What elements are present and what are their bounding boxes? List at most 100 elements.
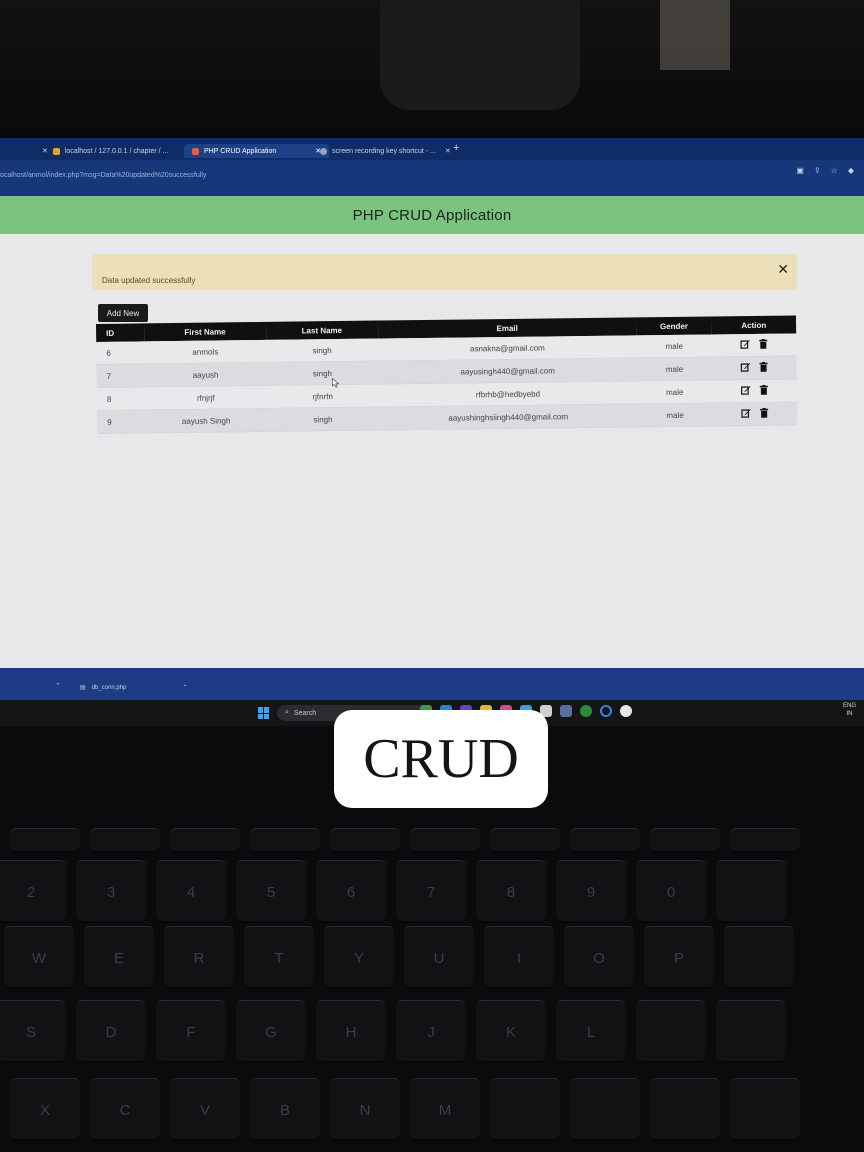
keyboard-key: [716, 1000, 786, 1063]
laptop-screen: ✕ localhost / 127.0.0.1 / chapter / ... …: [0, 138, 864, 700]
keyboard-key: [490, 828, 560, 853]
cell-first-name: rfnjrjf: [144, 385, 267, 410]
cell-gender: male: [636, 356, 713, 381]
trash-icon[interactable]: [758, 361, 768, 372]
keyboard-key: [650, 828, 720, 853]
keyboard-key: H: [316, 1000, 386, 1063]
background-window-light: [660, 0, 730, 70]
edit-icon[interactable]: [740, 339, 750, 349]
asdf-key-row: S D F G H J K L: [0, 1000, 786, 1063]
download-item[interactable]: ▤ db_conn.php ⌃: [80, 684, 187, 692]
success-alert: Data updated successfully ✕: [92, 254, 797, 290]
url-text[interactable]: ocalhost/anmol/index.php?msg=Data%20upda…: [0, 172, 206, 179]
edit-icon[interactable]: [741, 408, 751, 418]
keyboard-key: [250, 828, 320, 853]
cell-gender: male: [636, 334, 712, 358]
column-header-first-name: First Name: [184, 326, 226, 337]
web-page: PHP CRUD Application Data updated succes…: [0, 196, 864, 666]
keyboard-key: M: [410, 1078, 480, 1141]
keyboard-key: [490, 1078, 560, 1141]
chevron-up-icon[interactable]: ⌃: [182, 684, 187, 691]
trash-icon[interactable]: [759, 407, 769, 418]
page-title: PHP CRUD Application: [0, 196, 864, 234]
keyboard-key: [650, 1078, 720, 1141]
keyboard-key: [330, 828, 400, 853]
keyboard-key: [570, 1078, 640, 1141]
media-player-icon[interactable]: [620, 705, 632, 717]
windows-start-icon[interactable]: [258, 707, 270, 719]
keyboard-key: D: [76, 1000, 146, 1063]
share-icon[interactable]: ⇪: [814, 166, 821, 175]
edit-icon[interactable]: [740, 362, 750, 372]
keyboard-key: 8: [476, 860, 546, 923]
address-bar-icons: ▣ ⇪ ☆ ◆: [796, 166, 854, 175]
keyboard-key: [10, 828, 80, 853]
keyboard-key: I: [484, 926, 554, 989]
keyboard-key: [730, 828, 800, 853]
keyboard-key: N: [330, 1078, 400, 1141]
browser-tab-phpmyadmin[interactable]: ✕ localhost / 127.0.0.1 / chapter / ...: [42, 144, 168, 158]
laptop-keyboard: 2 3 4 5 6 7 8 9 0 W E R T Y U I O P S D …: [0, 820, 864, 1152]
trash-icon[interactable]: [759, 384, 769, 395]
keyboard-key: [730, 1078, 800, 1141]
background-person-silhouette: [380, 0, 580, 110]
cell-id: 8: [96, 386, 146, 411]
close-icon[interactable]: ✕: [777, 261, 789, 278]
keyboard-key: [410, 828, 480, 853]
extension-icon[interactable]: ◆: [848, 166, 854, 175]
close-icon[interactable]: ✕: [445, 147, 451, 155]
keyboard-key: O: [564, 926, 634, 989]
cell-first-name: aayush: [144, 362, 267, 387]
downloads-bar: ⌃ ▤ db_conn.php ⌃: [0, 668, 864, 700]
keyboard-key: [90, 828, 160, 853]
address-bar[interactable]: ocalhost/anmol/index.php?msg=Data%20upda…: [0, 160, 864, 196]
keyboard-key: Y: [324, 926, 394, 989]
close-icon[interactable]: ✕: [42, 147, 48, 155]
cortana-icon[interactable]: [600, 705, 612, 717]
number-key-row: 2 3 4 5 6 7 8 9 0: [0, 860, 786, 923]
keyboard-key: 0: [636, 860, 706, 923]
background-room: [0, 0, 864, 140]
translate-icon[interactable]: ▣: [796, 166, 804, 175]
keyboard-key: B: [250, 1078, 320, 1141]
keyboard-key: P: [644, 926, 714, 989]
tab-label: PHP CRUD Application: [204, 147, 277, 155]
search-icon: ⌕: [285, 709, 289, 716]
keyboard-key: U: [404, 926, 474, 989]
phpmyadmin-favicon-icon: [52, 147, 60, 155]
column-header-action: Action: [741, 320, 767, 330]
function-key-row: [10, 828, 800, 853]
chevron-up-icon[interactable]: ⌃: [55, 682, 61, 690]
cell-first-name: anmols: [144, 339, 267, 364]
keyboard-key: [170, 828, 240, 853]
cell-email: rfbrhb@hedbyebd: [378, 380, 638, 408]
keyboard-key: W: [4, 926, 74, 989]
tab-label: localhost / 127.0.0.1 / chapter / ...: [64, 147, 169, 155]
cell-gender: male: [637, 379, 713, 404]
alert-message: Data updated successfully: [102, 276, 196, 285]
keyboard-key: C: [90, 1078, 160, 1141]
column-header-gender: Gender: [659, 321, 689, 331]
file-icon: ▤: [80, 685, 86, 691]
trash-icon[interactable]: [758, 338, 768, 349]
browser-tab-search[interactable]: screen recording key shortcut - ... ✕: [320, 144, 451, 158]
keyboard-key: K: [476, 1000, 546, 1063]
keyboard-key: [570, 828, 640, 853]
add-new-button[interactable]: Add New: [98, 304, 148, 322]
app-icon[interactable]: [560, 705, 572, 717]
keyboard-key: S: [0, 1000, 66, 1063]
keyboard-key: G: [236, 1000, 306, 1063]
column-header-id: ID: [106, 328, 115, 338]
cell-gender: male: [637, 402, 713, 427]
cell-email: aayusingh440@gmail.com: [378, 357, 638, 385]
browser-tab-crud[interactable]: PHP CRUD Application ✕: [184, 144, 330, 158]
star-icon[interactable]: ☆: [831, 166, 838, 175]
new-tab-button[interactable]: +: [453, 142, 459, 154]
edit-icon[interactable]: [740, 385, 751, 395]
xbox-icon[interactable]: [580, 705, 592, 717]
system-tray[interactable]: ENG IN: [843, 702, 856, 718]
qwerty-key-row: W E R T Y U I O P: [4, 926, 794, 989]
keyboard-key: 7: [396, 860, 466, 923]
keyboard-key: [636, 1000, 706, 1063]
region-indicator: IN: [846, 711, 853, 717]
